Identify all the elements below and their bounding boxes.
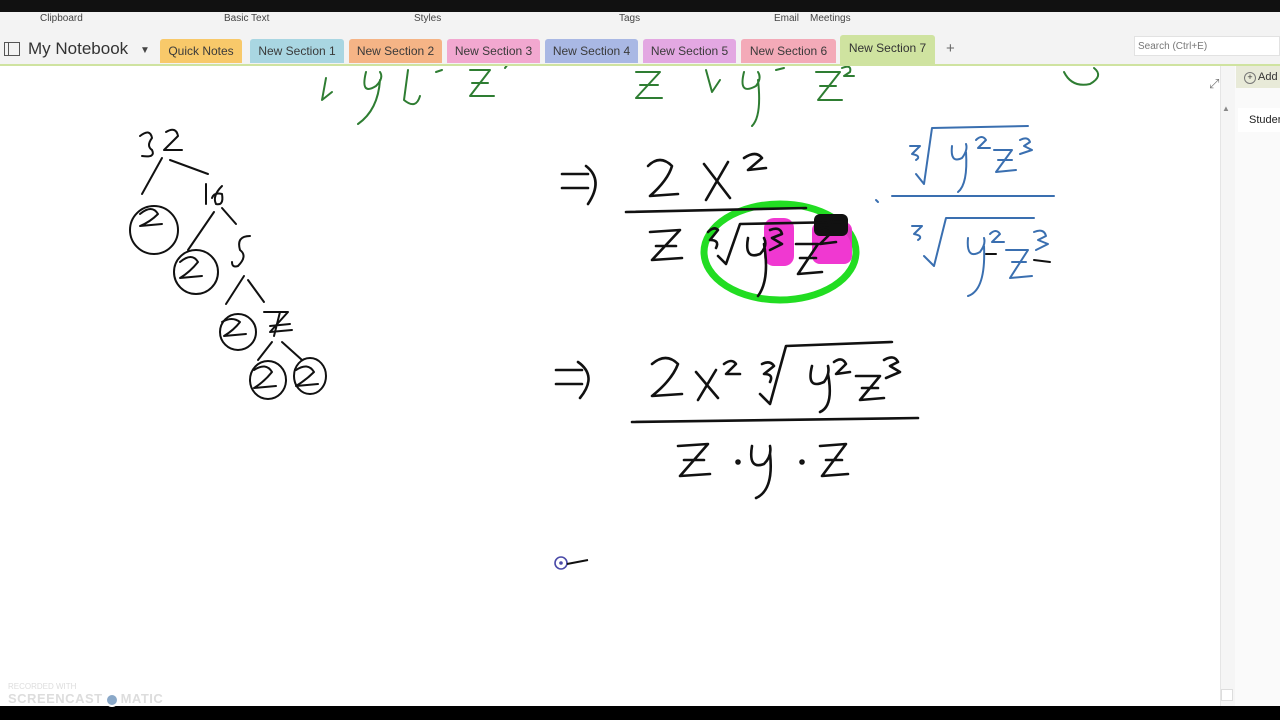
recording-watermark: RECORDED WITH SCREENCAST MATIC bbox=[8, 682, 163, 707]
blue-fraction bbox=[875, 125, 1055, 297]
ribbon-group-styles: Styles bbox=[414, 13, 442, 24]
bottom-bar bbox=[0, 706, 1280, 720]
notebook-icon[interactable] bbox=[4, 42, 20, 56]
plus-circle-icon: + bbox=[1244, 72, 1256, 84]
search-input[interactable]: Search (Ctrl+E) bbox=[1134, 36, 1280, 56]
ribbon-group-basic-text: Basic Text bbox=[224, 13, 270, 24]
top-partial-ink bbox=[321, 66, 1100, 127]
add-page-button[interactable]: +Add Page bbox=[1236, 66, 1280, 88]
tab-new-section-3[interactable]: New Section 3 bbox=[447, 39, 540, 63]
add-page-label: Add Page bbox=[1258, 71, 1280, 83]
page-list-panel bbox=[1235, 66, 1280, 706]
watermark-line-1: RECORDED WITH bbox=[8, 682, 77, 691]
scroll-down-button[interactable] bbox=[1221, 689, 1233, 701]
tab-new-section-2[interactable]: New Section 2 bbox=[349, 39, 442, 63]
scroll-up-icon[interactable]: ▲ bbox=[1222, 104, 1230, 113]
blue-fraction-dark-marks bbox=[985, 253, 1051, 263]
chevron-down-icon[interactable]: ▼ bbox=[140, 45, 150, 56]
page-list-item[interactable]: Student bbox=[1238, 108, 1280, 132]
pen-cursor bbox=[554, 556, 589, 570]
ribbon-group-tags: Tags bbox=[619, 13, 641, 24]
ribbon-group-meetings: Meetings bbox=[810, 13, 851, 24]
screencast-logo-icon bbox=[104, 692, 119, 707]
watermark-matic: MATIC bbox=[120, 691, 164, 706]
tab-new-section-6[interactable]: New Section 6 bbox=[741, 39, 836, 63]
handwritten-ink bbox=[129, 66, 1100, 570]
notebook-title[interactable]: My Notebook bbox=[28, 39, 128, 59]
note-canvas[interactable] bbox=[0, 66, 1220, 706]
ribbon-group-clipboard: Clipboard bbox=[40, 13, 83, 24]
tab-new-section-5[interactable]: New Section 5 bbox=[643, 39, 736, 63]
expand-icon[interactable]: ⤢ bbox=[1209, 76, 1219, 92]
ribbon-group-labels: Clipboard Basic Text Styles Tags Email M… bbox=[0, 12, 1280, 26]
section-tab-bar: My Notebook ▼ Quick Notes New Section 1 … bbox=[0, 26, 1280, 66]
watermark-screencast: SCREENCAST bbox=[8, 691, 103, 706]
tab-new-section-4[interactable]: New Section 4 bbox=[545, 39, 638, 63]
add-section-button[interactable]: + bbox=[946, 40, 955, 57]
highlight-marks bbox=[700, 200, 860, 304]
tab-quick-notes[interactable]: Quick Notes bbox=[160, 39, 242, 63]
ribbon-group-email: Email bbox=[774, 13, 800, 24]
title-bar bbox=[0, 0, 1280, 12]
equation-one bbox=[560, 152, 844, 298]
tab-new-section-1[interactable]: New Section 1 bbox=[250, 39, 344, 63]
factor-tree bbox=[129, 128, 327, 400]
vertical-scrollbar[interactable] bbox=[1220, 66, 1235, 706]
tab-new-section-7[interactable]: New Section 7 bbox=[840, 35, 935, 64]
equation-two bbox=[554, 340, 920, 500]
